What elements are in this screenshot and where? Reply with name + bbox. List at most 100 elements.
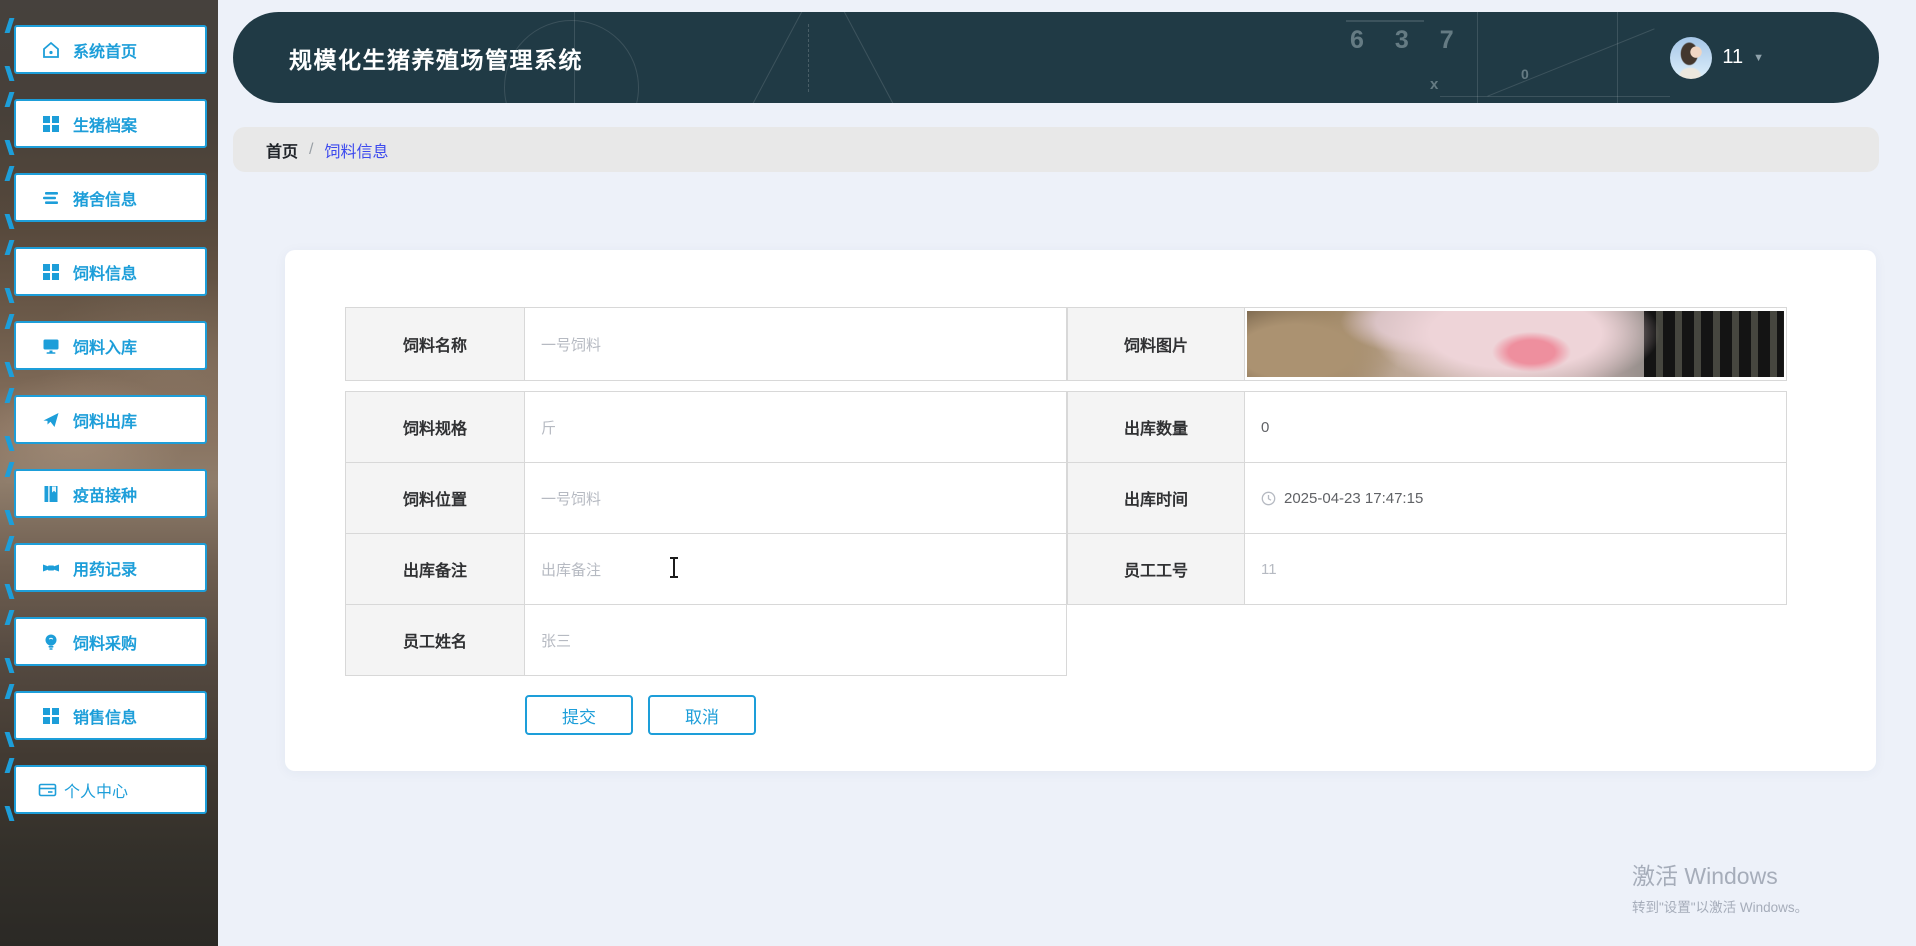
employee-name-placeholder: 张三	[541, 632, 572, 650]
employee-id-input[interactable]: 11	[1244, 533, 1787, 605]
form-row: 员工工号 11	[1067, 533, 1787, 605]
header-sketch-line	[1440, 96, 1670, 97]
sidebar-item-label: 饲料出库	[73, 413, 138, 431]
sidebar-item-label: 饲料入库	[73, 339, 138, 357]
header-sketch-line	[742, 12, 814, 103]
avatar[interactable]	[1670, 36, 1713, 79]
field-label: 饲料位置	[345, 462, 525, 534]
grid-icon	[43, 115, 59, 132]
header-sketch-x: x	[1430, 76, 1439, 93]
form-row: 饲料规格 斤	[345, 391, 1067, 463]
form-actions: 提交 取消	[525, 695, 1067, 735]
cancel-button[interactable]: 取消	[648, 695, 756, 735]
page-title: 规模化生猪养殖场管理系统	[289, 46, 583, 73]
breadcrumb-separator: /	[309, 140, 314, 158]
sidebar-item-pig-files[interactable]: 生猪档案	[14, 99, 207, 148]
field-label: 员工姓名	[345, 604, 525, 676]
app-header: 6 3 7 x 0 规模化生猪养殖场管理系统 11 ▼	[233, 12, 1879, 103]
sidebar-item-label: 生猪档案	[73, 117, 138, 135]
list-icon	[43, 191, 58, 204]
sidebar-item-personal-center[interactable]: 个人中心	[14, 765, 207, 814]
watermark-line2: 转到"设置"以激活 Windows。	[1632, 900, 1809, 915]
field-label: 饲料名称	[345, 307, 525, 381]
feed-image-preview[interactable]	[1244, 307, 1787, 381]
sidebar-item-pigsty-info[interactable]: 猪舍信息	[14, 173, 207, 222]
outbound-remark-input[interactable]: 出库备注	[524, 533, 1067, 605]
field-label: 饲料图片	[1067, 307, 1245, 381]
form-row: 饲料图片	[1067, 307, 1787, 381]
feed-image	[1247, 311, 1784, 377]
field-label: 出库数量	[1067, 391, 1245, 463]
sidebar-item-feed-info[interactable]: 饲料信息	[14, 247, 207, 296]
form-card: 饲料名称 一号饲料 饲料规格 斤 饲料位置 一号饲料 出库备注 出库备注 员工姓…	[285, 250, 1876, 771]
feed-location-input[interactable]: 一号饲料	[524, 462, 1067, 534]
employee-name-input[interactable]: 张三	[524, 604, 1067, 676]
feed-name-input[interactable]: 一号饲料	[524, 307, 1067, 381]
sidebar-item-sales-info[interactable]: 销售信息	[14, 691, 207, 740]
sidebar-item-medication-records[interactable]: 用药记录	[14, 543, 207, 592]
header-sketch-line	[808, 24, 809, 92]
outbound-remark-placeholder: 出库备注	[541, 561, 602, 579]
grid-icon	[43, 707, 59, 724]
grid-icon	[43, 263, 59, 280]
field-label: 饲料规格	[345, 391, 525, 463]
field-label: 出库备注	[345, 533, 525, 605]
form-row: 出库数量 0	[1067, 391, 1787, 463]
header-sketch-line	[832, 12, 904, 103]
sidebar-item-label: 用药记录	[73, 561, 138, 579]
user-name: 11	[1722, 46, 1744, 68]
text-cursor	[670, 557, 678, 578]
watermark-line1: 激活 Windows	[1632, 863, 1778, 889]
form-left-column: 饲料名称 一号饲料 饲料规格 斤 饲料位置 一号饲料 出库备注 出库备注 员工姓…	[345, 307, 1067, 735]
sidebar-item-vaccination[interactable]: 疫苗接种	[14, 469, 207, 518]
outbound-quantity-value: 0	[1261, 418, 1270, 436]
sidebar-item-label: 猪舍信息	[73, 191, 138, 209]
sidebar-item-label: 疫苗接种	[73, 487, 138, 505]
feed-location-placeholder: 一号饲料	[541, 490, 602, 508]
sidebar-item-feed-inbound[interactable]: 饲料入库	[14, 321, 207, 370]
sidebar-item-label: 个人中心	[64, 783, 129, 801]
form-row: 出库备注 出库备注	[345, 533, 1067, 605]
sidebar-item-label: 饲料信息	[73, 265, 138, 283]
outbound-time-picker[interactable]: 2025-04-23 17:47:15	[1244, 462, 1787, 534]
notebook-icon	[44, 484, 58, 503]
main-area: 6 3 7 x 0 规模化生猪养殖场管理系统 11 ▼ 首页 / 饲料信息 饲料…	[218, 0, 1916, 946]
feed-outbound-form: 饲料名称 一号饲料 饲料规格 斤 饲料位置 一号饲料 出库备注 出库备注 员工姓…	[345, 307, 1787, 735]
header-sketch-line	[1346, 20, 1424, 22]
header-sketch-line	[1477, 12, 1478, 103]
form-row: 出库时间 2025-04-23 17:47:15	[1067, 462, 1787, 534]
paper-plane-icon	[43, 412, 59, 427]
user-dropdown[interactable]: 11 ▼	[1670, 36, 1764, 79]
breadcrumb: 首页 / 饲料信息	[233, 127, 1879, 172]
feed-spec-input[interactable]: 斤	[524, 391, 1067, 463]
sidebar-item-label: 饲料采购	[73, 635, 138, 653]
field-label: 员工工号	[1067, 533, 1245, 605]
breadcrumb-current[interactable]: 饲料信息	[324, 138, 388, 162]
sidebar-item-feed-purchase[interactable]: 饲料采购	[14, 617, 207, 666]
breadcrumb-home[interactable]: 首页	[266, 138, 298, 162]
chevron-down-icon: ▼	[1753, 51, 1764, 64]
outbound-time-value: 2025-04-23 17:47:15	[1284, 489, 1424, 507]
form-row: 员工姓名 张三	[345, 604, 1067, 676]
medication-icon	[43, 564, 59, 571]
clock-icon	[1261, 491, 1276, 505]
sidebar-item-home[interactable]: 系统首页	[14, 25, 207, 74]
windows-activation-watermark: 激活 Windows 转到"设置"以激活 Windows。	[1632, 857, 1808, 916]
form-right-column: 饲料图片 出库数量 0 出库时间 2025-04-23 17:47:15 员工工…	[1067, 307, 1787, 605]
lightbulb-icon	[45, 634, 57, 650]
outbound-quantity-input[interactable]: 0	[1244, 391, 1787, 463]
submit-button[interactable]: 提交	[525, 695, 633, 735]
form-row: 饲料位置 一号饲料	[345, 462, 1067, 534]
sidebar-item-label: 系统首页	[73, 43, 138, 61]
form-row: 饲料名称 一号饲料	[345, 307, 1067, 381]
home-icon	[43, 41, 59, 58]
sidebar-item-feed-outbound[interactable]: 饲料出库	[14, 395, 207, 444]
employee-id-value: 11	[1261, 560, 1277, 578]
header-sketch-numbers: 6 3 7	[1350, 26, 1466, 54]
header-sketch-line	[1617, 12, 1618, 103]
field-label: 出库时间	[1067, 462, 1245, 534]
sidebar-item-label: 销售信息	[73, 709, 138, 727]
feed-spec-placeholder: 斤	[541, 419, 557, 437]
card-icon	[38, 783, 57, 796]
header-sketch-theta: 0	[1521, 66, 1529, 82]
